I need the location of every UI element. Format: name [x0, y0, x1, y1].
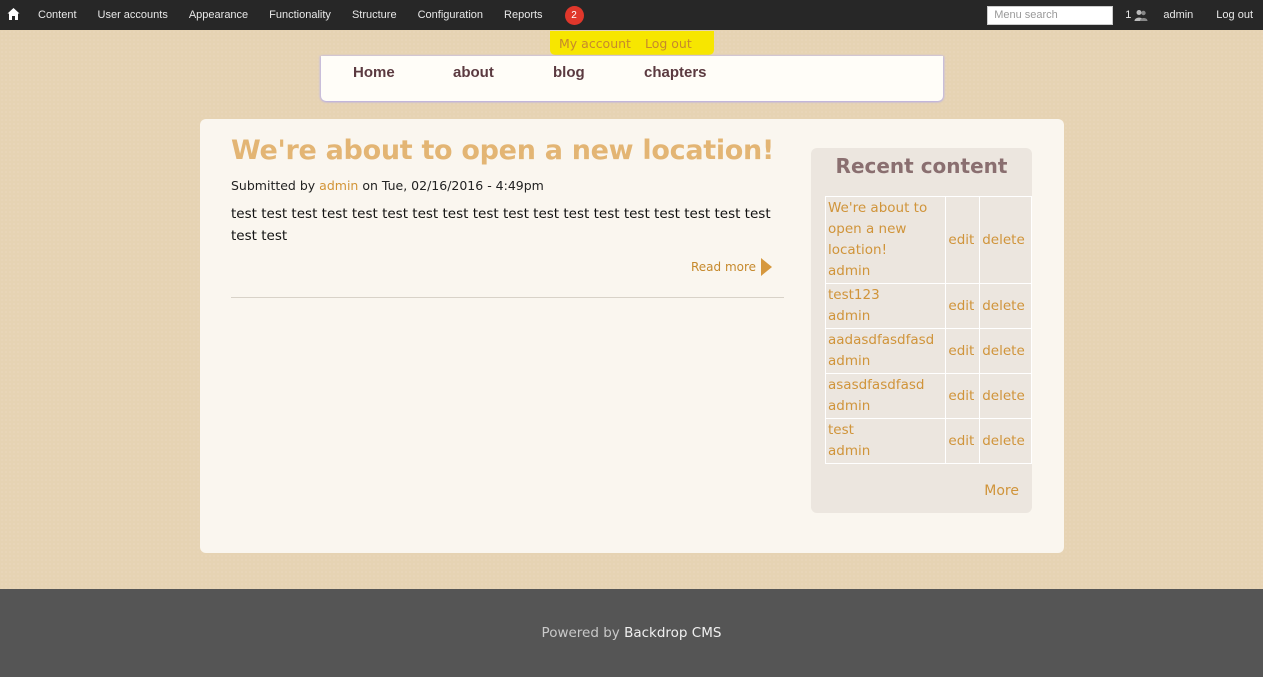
admin-menu-configuration[interactable]: Configuration — [407, 0, 493, 30]
content-author-link[interactable]: admin — [828, 398, 870, 414]
admin-toolbar-right: 1 admin Log out — [987, 0, 1263, 30]
edit-link[interactable]: edit — [948, 232, 974, 248]
main-navigation: Home about blog chapters — [321, 56, 943, 101]
nav-chapters[interactable]: chapters — [644, 64, 707, 81]
row-title-cell: asasdfasdfasd admin — [824, 373, 947, 419]
menu-search-input[interactable] — [987, 5, 1114, 25]
row-edit-cell: edit — [945, 418, 981, 464]
content-author-link[interactable]: admin — [828, 353, 870, 369]
table-row: test123 admin edit delete — [824, 283, 1032, 329]
content-title-link[interactable]: test — [828, 422, 854, 438]
read-more-link[interactable]: Read more — [691, 258, 773, 276]
row-edit-cell: edit — [945, 196, 981, 284]
content-title-link[interactable]: test123 — [828, 287, 880, 303]
row-delete-cell: delete — [979, 328, 1032, 374]
admin-menu-user-accounts[interactable]: User accounts — [87, 0, 178, 30]
site-footer: Powered by Backdrop CMS — [0, 589, 1263, 677]
edit-link[interactable]: edit — [948, 298, 974, 314]
recent-content-table: We're about to open a new location! admi… — [824, 196, 1032, 464]
post-title[interactable]: We're about to open a new location! — [231, 135, 791, 166]
table-row: asasdfasdfasd admin edit delete — [824, 373, 1032, 419]
row-delete-cell: delete — [979, 418, 1032, 464]
table-row: test admin edit delete — [824, 418, 1032, 464]
online-users-count: 1 — [1125, 9, 1132, 21]
admin-menu-content[interactable]: Content — [27, 0, 87, 30]
table-row: We're about to open a new location! admi… — [824, 196, 1032, 284]
recent-content-block: Recent content We're about to open a new… — [811, 148, 1032, 513]
content-title-link[interactable]: asasdfasdfasd — [828, 377, 924, 393]
my-account-link[interactable]: My account — [559, 36, 631, 51]
content-title-link[interactable]: We're about to open a new location! — [828, 200, 927, 258]
delete-link[interactable]: delete — [982, 232, 1025, 248]
edit-link[interactable]: edit — [948, 388, 974, 404]
nav-about[interactable]: about — [453, 64, 494, 81]
account-tab: My account Log out — [550, 31, 714, 55]
row-title-cell: aadasdfasdfasd admin — [824, 328, 947, 374]
admin-menu-functionality[interactable]: Functionality — [258, 0, 341, 30]
recent-content-heading: Recent content — [835, 154, 1008, 178]
content-title-link[interactable]: aadasdfasdfasd — [828, 332, 934, 348]
row-title-cell: We're about to open a new location! admi… — [824, 196, 947, 284]
users-icon — [1134, 10, 1148, 21]
nav-home[interactable]: Home — [353, 64, 395, 81]
admin-username-link[interactable]: admin — [1163, 9, 1193, 21]
admin-menu-structure[interactable]: Structure — [341, 0, 407, 30]
read-more-label: Read more — [691, 260, 757, 274]
submitted-prefix: Submitted by — [231, 178, 316, 193]
admin-menu-reports[interactable]: Reports — [493, 0, 553, 30]
content-author-link[interactable]: admin — [828, 263, 870, 279]
content-card: We're about to open a new location! Subm… — [200, 119, 1064, 553]
post-body: test test test test test test test test … — [231, 206, 771, 244]
edit-link[interactable]: edit — [948, 343, 974, 359]
row-delete-cell: delete — [979, 196, 1032, 284]
delete-link[interactable]: delete — [982, 298, 1025, 314]
submitted-date: on Tue, 02/16/2016 - 4:49pm — [362, 178, 544, 193]
admin-menu: Content User accounts Appearance Functio… — [27, 0, 584, 30]
delete-link[interactable]: delete — [982, 433, 1025, 449]
row-title-cell: test123 admin — [824, 283, 947, 329]
delete-link[interactable]: delete — [982, 388, 1025, 404]
row-title-cell: test admin — [824, 418, 947, 464]
notification-badge[interactable]: 2 — [564, 5, 584, 25]
row-edit-cell: edit — [945, 283, 981, 329]
delete-link[interactable]: delete — [982, 343, 1025, 359]
more-link[interactable]: More — [984, 483, 1019, 499]
admin-logout-link[interactable]: Log out — [1216, 9, 1253, 21]
admin-menu-appearance[interactable]: Appearance — [178, 0, 258, 30]
triangle-right-icon — [761, 258, 773, 276]
content-author-link[interactable]: admin — [828, 308, 870, 324]
nav-blog[interactable]: blog — [553, 64, 585, 81]
row-edit-cell: edit — [945, 328, 981, 374]
post-divider — [231, 297, 784, 298]
log-out-link[interactable]: Log out — [645, 36, 692, 51]
footer-powered-by: Powered by — [541, 625, 620, 641]
footer-cms-link[interactable]: Backdrop CMS — [624, 625, 721, 641]
home-icon[interactable] — [7, 7, 20, 21]
table-row: aadasdfasdfasd admin edit delete — [824, 328, 1032, 374]
admin-toolbar: Content User accounts Appearance Functio… — [0, 0, 1263, 30]
post-author-link[interactable]: admin — [319, 178, 358, 193]
online-users[interactable]: 1 — [1125, 9, 1148, 21]
row-edit-cell: edit — [945, 373, 981, 419]
row-delete-cell: delete — [979, 373, 1032, 419]
row-delete-cell: delete — [979, 283, 1032, 329]
content-author-link[interactable]: admin — [828, 443, 870, 459]
edit-link[interactable]: edit — [948, 433, 974, 449]
post-submitted: Submitted by admin on Tue, 02/16/2016 - … — [231, 178, 544, 193]
